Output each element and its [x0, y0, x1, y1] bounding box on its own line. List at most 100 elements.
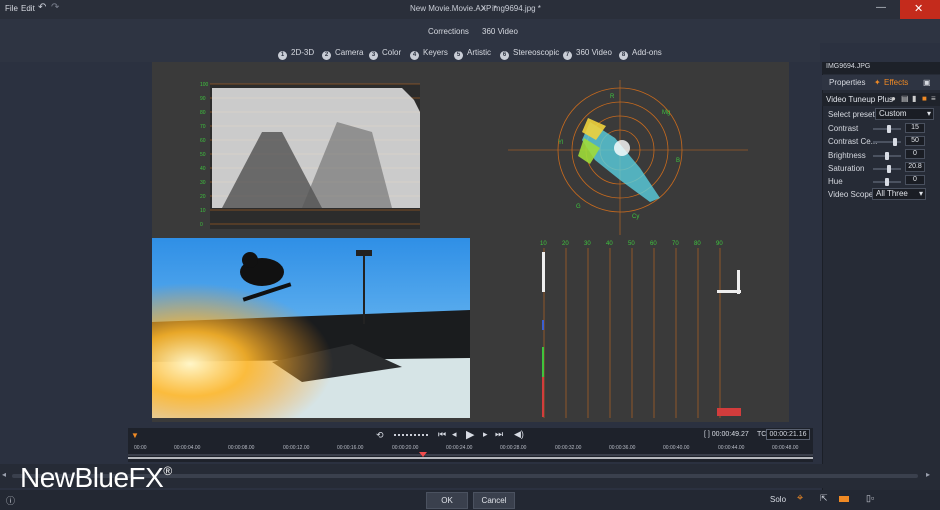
close-button[interactable]: ✕: [900, 0, 940, 19]
category-label: Camera: [335, 48, 364, 57]
tab-effects[interactable]: Effects: [884, 78, 908, 87]
contrast-center-value[interactable]: 50: [905, 136, 925, 146]
chevron-down-icon: ▾: [918, 189, 923, 198]
slider-thumb[interactable]: [893, 138, 898, 146]
image-title: img9694.jpg *: [492, 4, 541, 13]
tab-properties[interactable]: Properties: [829, 78, 865, 87]
step-back-icon[interactable]: ◂: [452, 429, 457, 440]
compare-icon[interactable]: ▯▫: [866, 493, 874, 504]
histogram-scope: 10 20 30 40 50 60 70 80 90: [540, 241, 741, 418]
scroll-left-icon[interactable]: ◂: [2, 470, 6, 479]
step-forward-icon[interactable]: ▸: [483, 429, 488, 440]
speed-indicator[interactable]: [394, 434, 428, 436]
bottom-bar: ⓘ Solo ⌖ ⇱ ▯▫: [0, 490, 940, 510]
contrast-value[interactable]: 15: [905, 123, 925, 133]
histogram-tick-label: 70: [672, 241, 679, 247]
ruler-label: 00:00:48.00: [772, 445, 799, 451]
timecode-field[interactable]: 00:00:21.16: [766, 429, 810, 440]
skip-end-icon[interactable]: ⏭: [495, 429, 503, 440]
play-icon[interactable]: ▶: [466, 428, 474, 441]
color-icon[interactable]: [839, 496, 849, 502]
waveform-tick-label: 0: [200, 222, 203, 228]
breadcrumb-separator: >: [481, 4, 486, 13]
category-stereoscopic[interactable]: 6 Stereoscopic: [500, 48, 559, 60]
slider-thumb[interactable]: [887, 125, 892, 133]
cancel-button[interactable]: Cancel: [473, 492, 515, 509]
brightness-value[interactable]: 0: [905, 149, 925, 159]
save-icon[interactable]: ▣: [923, 78, 931, 87]
preview-canvas: 100 90 80 70 60 50 40 30 20 10 0 R Mg B Cy G Yl: [152, 62, 789, 422]
scopes-dropdown[interactable]: All Three ▾: [872, 188, 926, 200]
category-number: 5: [454, 51, 463, 60]
hue-value[interactable]: 0: [905, 175, 925, 185]
scroll-right-icon[interactable]: ▸: [926, 470, 930, 479]
panel-tabs: Properties ✦ Effects ▣: [822, 75, 940, 90]
vectorscope-center: [614, 140, 630, 156]
histogram-tick-label: 60: [650, 241, 657, 247]
param-label: Contrast: [828, 124, 859, 133]
ok-button[interactable]: OK: [426, 492, 468, 509]
preset-label: Select preset: [828, 110, 875, 119]
slider-thumb[interactable]: [885, 152, 889, 160]
tab-360-video[interactable]: 360 Video: [482, 27, 518, 36]
ruler-label: 00:00:28.00: [500, 445, 527, 451]
category-360-video[interactable]: 7 360 Video: [563, 48, 612, 60]
waveform-tick-label: 40: [200, 166, 206, 172]
volume-icon[interactable]: ◀): [514, 429, 524, 440]
tc-label: TC: [757, 431, 767, 438]
histogram-tick-label: 90: [716, 241, 723, 247]
histogram-tick-label: 40: [606, 241, 613, 247]
image-icon[interactable]: ▤: [901, 94, 909, 103]
category-label: Keyers: [423, 48, 448, 57]
redo-icon[interactable]: ↷: [51, 2, 59, 13]
category-artistic[interactable]: 5 Artistic: [454, 48, 491, 60]
category-2d-3d[interactable]: 1 2D-3D: [278, 48, 314, 60]
vectorscope: R Mg B Cy G Yl: [508, 80, 748, 235]
photo-preview: [152, 238, 470, 418]
category-tabs: 1 2D-3D 2 Camera 3 Color 4 Keyers 5 Artistic …: [0, 43, 820, 62]
eye-icon[interactable]: ●: [891, 94, 896, 103]
histogram-tick-label: 50: [628, 241, 635, 247]
waveform-tick-label: 100: [200, 82, 209, 88]
saturation-value[interactable]: 20.8: [905, 162, 925, 172]
preset-dropdown[interactable]: Custom ▾: [875, 108, 934, 120]
scopes-label: Video Scopes: [828, 190, 878, 199]
menu-icon[interactable]: ≡: [931, 94, 936, 103]
category-number: 3: [369, 51, 378, 60]
ruler-label: 00:00:16.00: [337, 445, 364, 451]
menu-file[interactable]: File: [5, 4, 18, 13]
category-number: 7: [563, 51, 572, 60]
category-label: 360 Video: [576, 48, 612, 57]
ruler-label: 00:00:12.00: [283, 445, 310, 451]
slider-thumb[interactable]: [887, 165, 892, 173]
vectorscope-label: G: [576, 204, 581, 210]
param-label: Brightness: [828, 151, 866, 160]
category-number: 6: [500, 51, 509, 60]
info-icon[interactable]: ⓘ: [6, 494, 15, 507]
category-label: Artistic: [467, 48, 491, 57]
target-icon[interactable]: ⌖: [797, 492, 803, 505]
trash-icon[interactable]: ▮: [912, 94, 916, 103]
scopes-value: All Three: [876, 189, 908, 198]
skip-start-icon[interactable]: ⏮: [438, 429, 446, 440]
undo-icon[interactable]: ↶: [38, 2, 46, 13]
histogram-tick-label: 30: [584, 241, 591, 247]
category-camera[interactable]: 2 Camera: [322, 48, 363, 60]
menu-edit[interactable]: Edit: [21, 4, 35, 13]
color-swatch-icon[interactable]: ■: [922, 94, 927, 103]
tab-corrections[interactable]: Corrections: [428, 27, 469, 36]
chevron-down-icon: ▾: [926, 109, 931, 118]
category-keyers[interactable]: 4 Keyers: [410, 48, 448, 60]
loop-icon[interactable]: ⟲: [376, 430, 384, 441]
solo-label[interactable]: Solo: [770, 495, 786, 504]
vectorscope-label: Yl: [558, 140, 563, 146]
title-bar: File Edit ↶ ↷ New Movie.Movie.AXP * > im…: [0, 0, 940, 19]
category-color[interactable]: 3 Color: [369, 48, 401, 60]
slider-thumb[interactable]: [885, 178, 889, 186]
category-add-ons[interactable]: 8 Add-ons: [619, 48, 662, 60]
waveform-tick-label: 90: [200, 96, 206, 102]
scopes-svg: 1009080706050403020100 R Mg B Cy G Yl 10…: [152, 80, 748, 418]
export-icon[interactable]: ⇱: [820, 493, 828, 504]
marker-icon[interactable]: ▼: [131, 431, 139, 440]
minimize-icon[interactable]: —: [876, 2, 886, 13]
